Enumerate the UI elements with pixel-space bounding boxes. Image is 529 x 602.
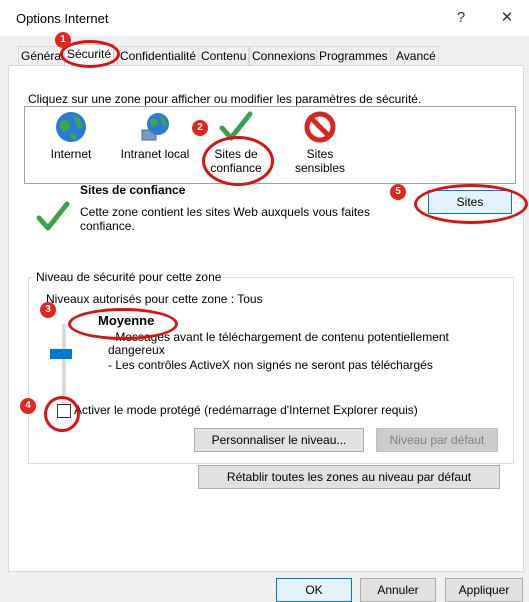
zone-internet[interactable]: Internet	[40, 110, 102, 161]
level-bullet-1-line2: dangereux	[108, 343, 165, 357]
selected-zone-checkmark-icon	[36, 201, 70, 231]
zone-internet-label: Internet	[50, 147, 92, 161]
default-level-button[interactable]: Niveau par défaut	[376, 428, 498, 452]
annotation-marker-4: 4	[20, 398, 36, 414]
zone-local-intranet[interactable]: Intranet local	[116, 110, 194, 161]
ok-button[interactable]: OK	[276, 578, 352, 602]
cancel-button[interactable]: Annuler	[360, 578, 436, 602]
tab-programs[interactable]: Programmes	[316, 46, 391, 65]
annotation-ring-2	[202, 136, 274, 186]
help-button[interactable]: ?	[446, 6, 476, 30]
restricted-icon	[304, 111, 336, 143]
window-title: Options Internet	[16, 11, 109, 26]
zone-local-intranet-label: Intranet local	[120, 147, 190, 161]
annotation-marker-1: 1	[55, 32, 71, 48]
annotation-ring-5	[414, 184, 528, 224]
customize-level-button[interactable]: Personnaliser le niveau...	[194, 428, 364, 452]
selected-zone-desc-line2: confiance.	[80, 219, 135, 233]
apply-button[interactable]: Appliquer	[445, 578, 523, 602]
annotation-marker-3: 3	[40, 302, 56, 318]
annotation-marker-5: 5	[390, 184, 406, 200]
annotation-ring-4	[44, 396, 80, 432]
close-button[interactable]: ✕	[492, 6, 522, 30]
security-level-slider-thumb[interactable]	[50, 349, 72, 359]
globe-icon	[56, 112, 86, 142]
level-bullet-2: - Les contrôles ActiveX non signés ne se…	[108, 358, 433, 372]
tab-content[interactable]: Contenu	[198, 46, 250, 65]
network-globe-icon	[141, 113, 169, 141]
selected-zone-desc-line1: Cette zone contient les sites Web auxque…	[80, 205, 370, 219]
zone-restricted-sites[interactable]: Sites sensibles	[280, 110, 360, 175]
protected-mode-label[interactable]: Activer le mode protégé (redémarrage d'I…	[74, 403, 418, 417]
tab-privacy[interactable]: Confidentialité	[117, 46, 200, 65]
annotation-ring-3	[68, 308, 178, 340]
allowed-levels-text: Niveaux autorisés pour cette zone : Tous	[46, 292, 263, 306]
selected-zone-title: Sites de confiance	[80, 183, 186, 197]
tab-advanced[interactable]: Avancé	[393, 46, 439, 65]
zone-instruction: Cliquez sur une zone pour afficher ou mo…	[28, 92, 422, 106]
tab-connections[interactable]: Connexions	[249, 46, 319, 65]
security-level-legend: Niveau de sécurité pour cette zone	[34, 270, 224, 284]
reset-all-zones-button[interactable]: Rétablir toutes les zones au niveau par …	[198, 465, 500, 489]
zone-restricted-label: Sites sensibles	[294, 147, 346, 175]
security-level-slider-track[interactable]	[62, 324, 66, 406]
annotation-marker-2: 2	[192, 120, 208, 136]
